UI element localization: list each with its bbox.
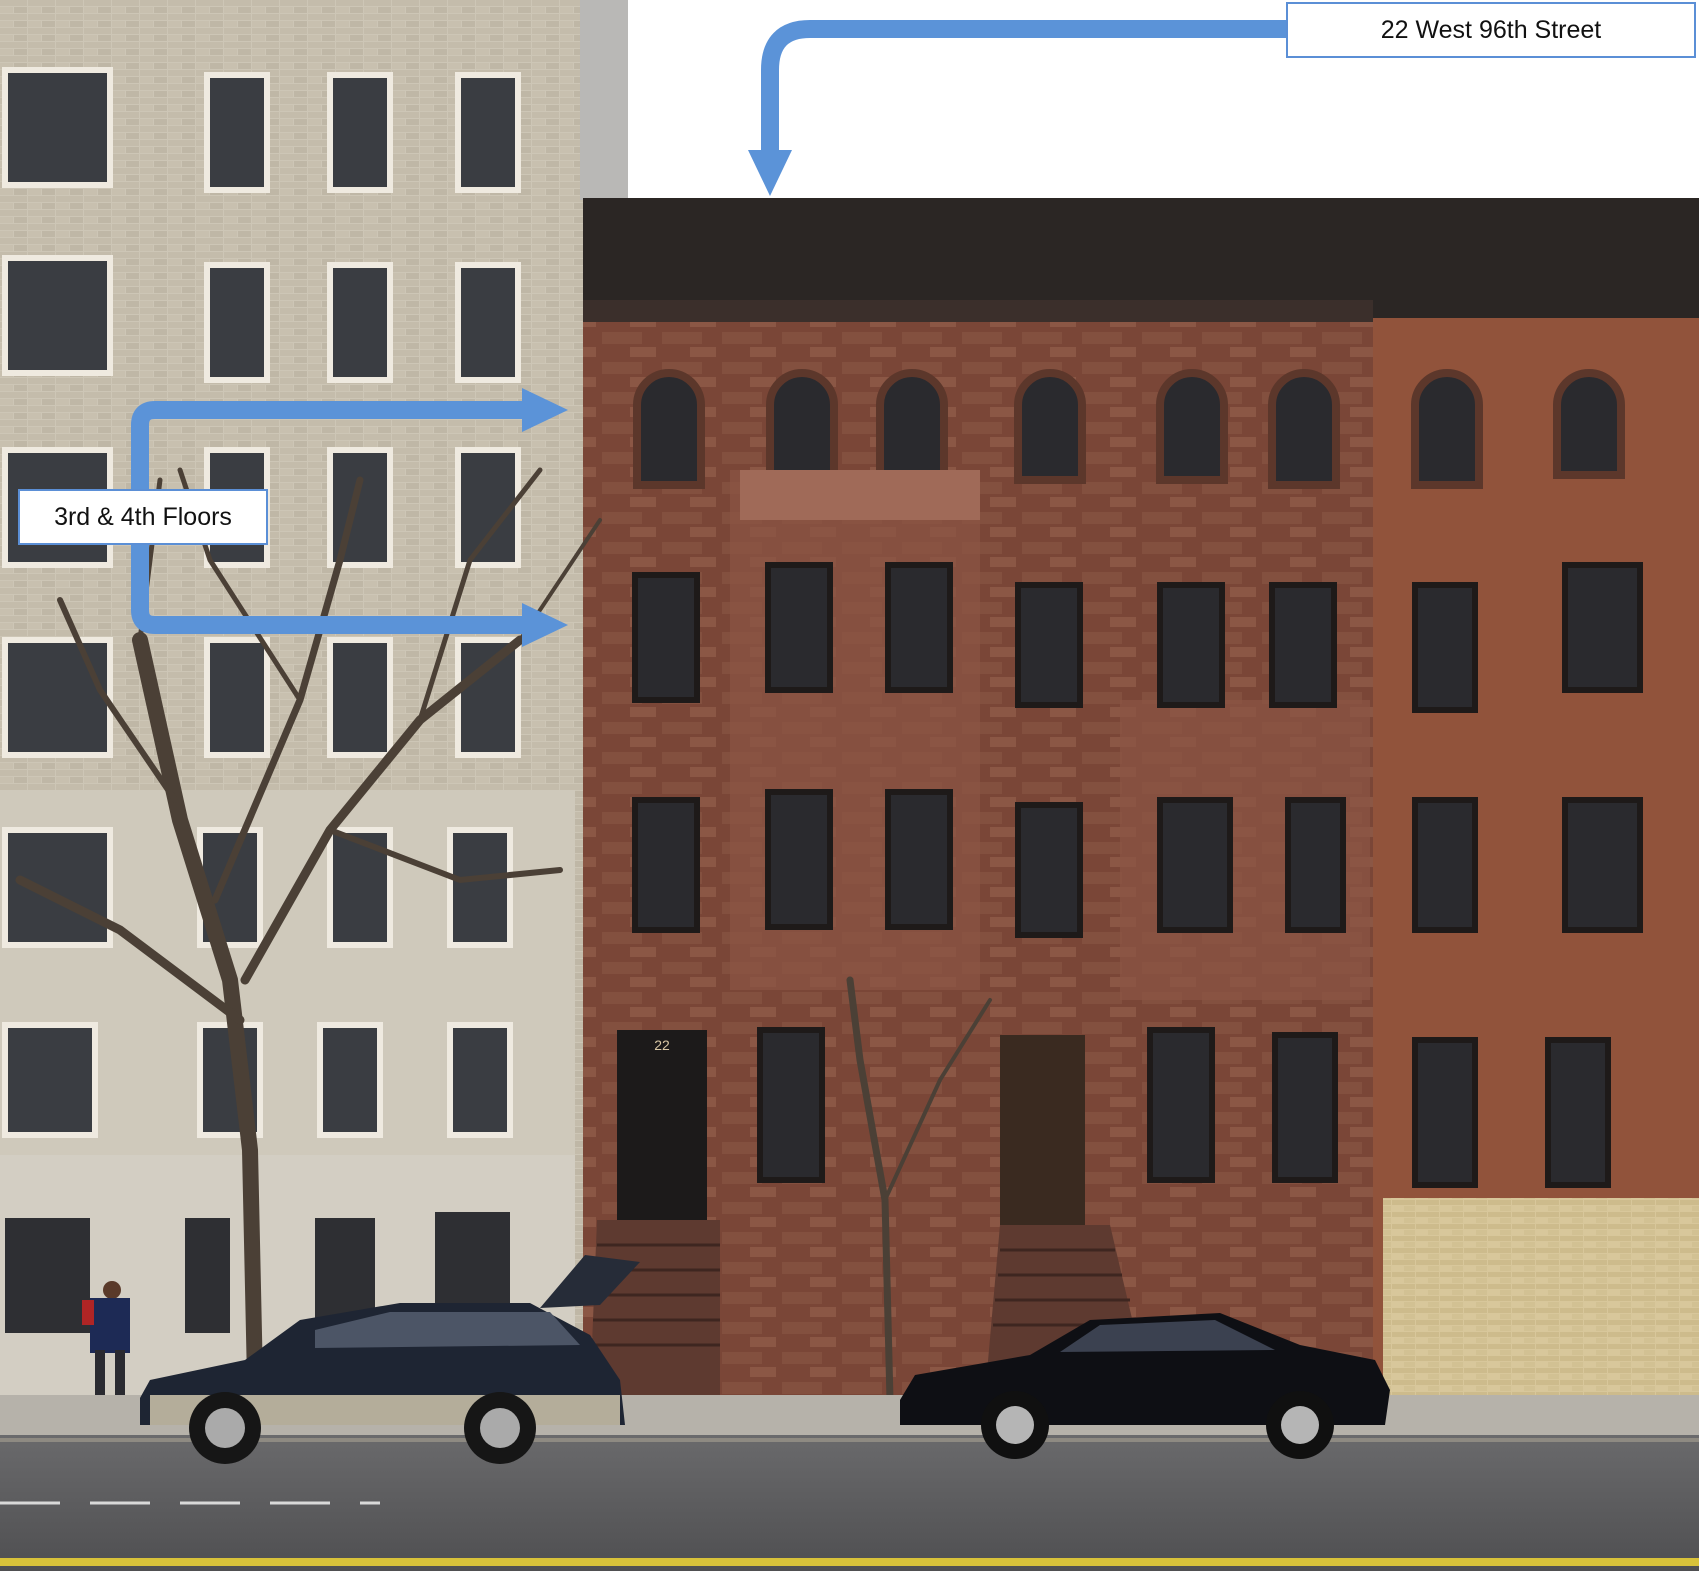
right-neighbor-building: [1373, 198, 1699, 1400]
brownstone-building: 22: [583, 198, 1373, 1400]
yellow-line: [0, 1558, 1699, 1566]
left-apartment-building: [0, 0, 628, 1400]
street-photo: 22: [0, 0, 1699, 1571]
street: [0, 1435, 1699, 1571]
floors-callout-label: 3rd & 4th Floors: [18, 489, 268, 545]
house-number: 22: [654, 1037, 670, 1053]
address-callout-label: 22 West 96th Street: [1286, 2, 1696, 58]
front-door-22: [617, 1030, 707, 1220]
